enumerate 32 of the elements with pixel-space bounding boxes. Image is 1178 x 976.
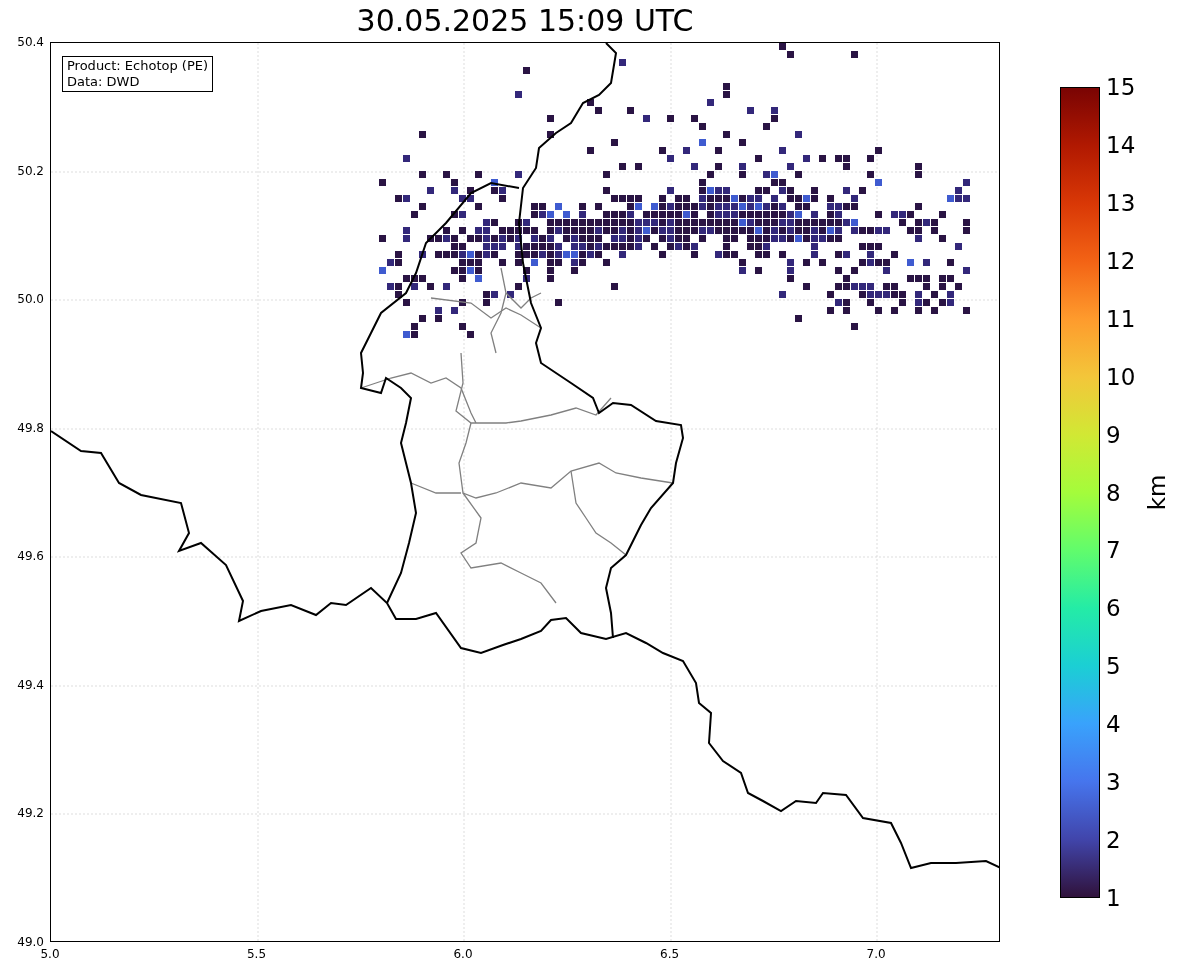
colorbar-tick-label: 11 <box>1106 307 1136 331</box>
colorbar-tick-label: 4 <box>1106 712 1121 736</box>
colorbar-tick-label: 10 <box>1106 365 1136 389</box>
x-tick-label: 5.0 <box>40 948 60 960</box>
y-tick-label: 49.6 <box>17 550 44 563</box>
y-tick-label: 49.8 <box>17 421 44 434</box>
info-text: Product: Echotop (PE) <box>67 58 209 74</box>
colorbar-tick-label: 15 <box>1106 75 1136 99</box>
chart-title: 30.05.2025 15:09 UTC <box>356 6 694 36</box>
y-tick-label: 50.2 <box>17 164 44 177</box>
x-tick-label: 5.5 <box>246 948 267 960</box>
y-tick-label: 50.4 <box>17 36 44 48</box>
colorbar-tick-label: 12 <box>1106 249 1136 273</box>
x-tick-label: 6.0 <box>453 948 473 960</box>
colorbar-tick-label: 13 <box>1106 191 1136 215</box>
info-text: Data: DWD <box>67 74 141 90</box>
y-tick-label: 49.2 <box>17 807 44 820</box>
x-tick-label: 6.5 <box>660 948 680 960</box>
x-tick-label: 7.0 <box>866 948 886 960</box>
y-tick-label: 49.4 <box>17 678 44 691</box>
colorbar-tick-label: 9 <box>1106 423 1121 447</box>
colorbar-tick-label: 7 <box>1106 538 1121 562</box>
colorbar-tick-label: 5 <box>1106 654 1121 678</box>
colorbar-tick-label: 8 <box>1106 481 1121 504</box>
colorbar-tick-label: 14 <box>1106 133 1136 157</box>
colorbar-tick-label: 1 <box>1106 886 1121 910</box>
y-tick-label: 50.0 <box>17 293 44 306</box>
colorbar-label: km <box>1146 474 1170 511</box>
colorbar-tick-label: 3 <box>1106 770 1121 794</box>
y-tick-label: 49.0 <box>17 936 44 948</box>
colorbar-tick-label: 2 <box>1106 828 1121 852</box>
colorbar-tick-label: 6 <box>1106 596 1121 620</box>
